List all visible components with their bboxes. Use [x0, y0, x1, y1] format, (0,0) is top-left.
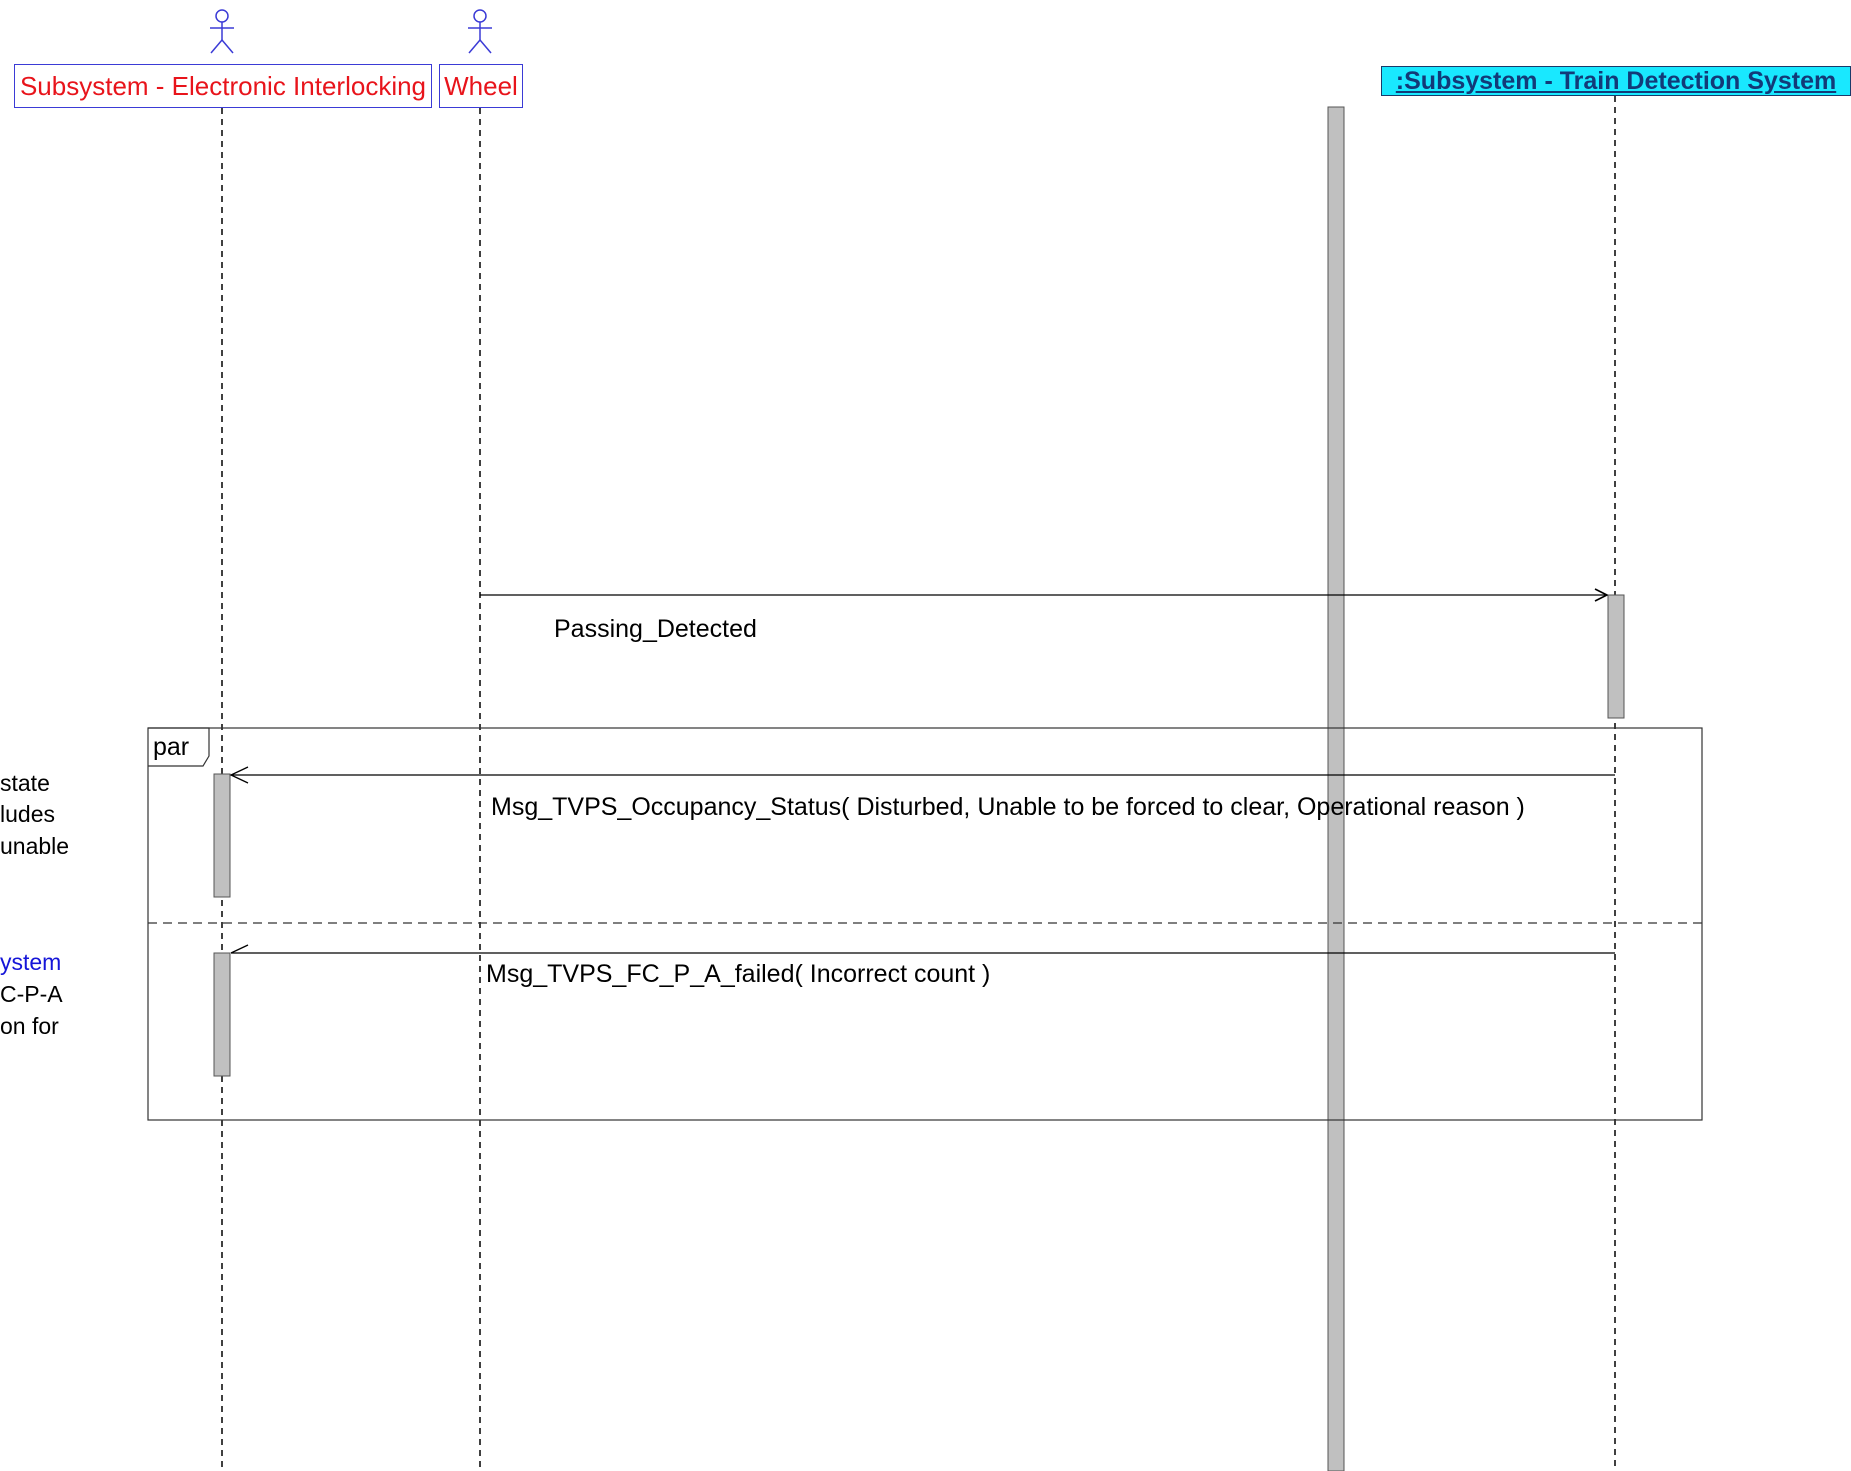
message-label-fc-p-a-failed: Msg_TVPS_FC_P_A_failed( Incorrect count …	[486, 960, 991, 988]
note-1-line: ludes	[0, 801, 55, 827]
note-1-line: state	[0, 770, 50, 796]
message-arrowhead-fc-p-a-failed	[230, 944, 249, 954]
actor-icon-wheel	[468, 9, 492, 54]
par-fragment	[147, 727, 1703, 1121]
actor-icon-interlocking	[210, 9, 234, 54]
sequence-diagram	[147, 9, 1703, 1471]
message-label-occupancy-status: Msg_TVPS_Occupancy_Status( Disturbed, Un…	[491, 793, 1525, 821]
activation-bar-interlocking-1	[213, 773, 231, 898]
note-2-line: on for	[0, 1013, 59, 1039]
message-label-passing-detected: Passing_Detected	[554, 615, 757, 643]
activation-bar-long	[1327, 106, 1345, 1471]
lifeline-head-wheel[interactable]: Wheel	[439, 64, 523, 108]
activation-bar-train-detection	[1607, 594, 1625, 719]
note-2-line: C-P-A	[0, 981, 63, 1007]
note-1-line: unable	[0, 833, 70, 859]
lifeline-head-train-detection[interactable]: :Subsystem - Train Detection System	[1381, 66, 1851, 96]
lifeline-head-interlocking[interactable]: Subsystem - Electronic Interlocking	[14, 64, 432, 108]
note-2-line: ystem	[0, 949, 62, 975]
activation-bar-interlocking-2	[213, 952, 231, 1077]
par-operator-label: par	[153, 733, 190, 761]
